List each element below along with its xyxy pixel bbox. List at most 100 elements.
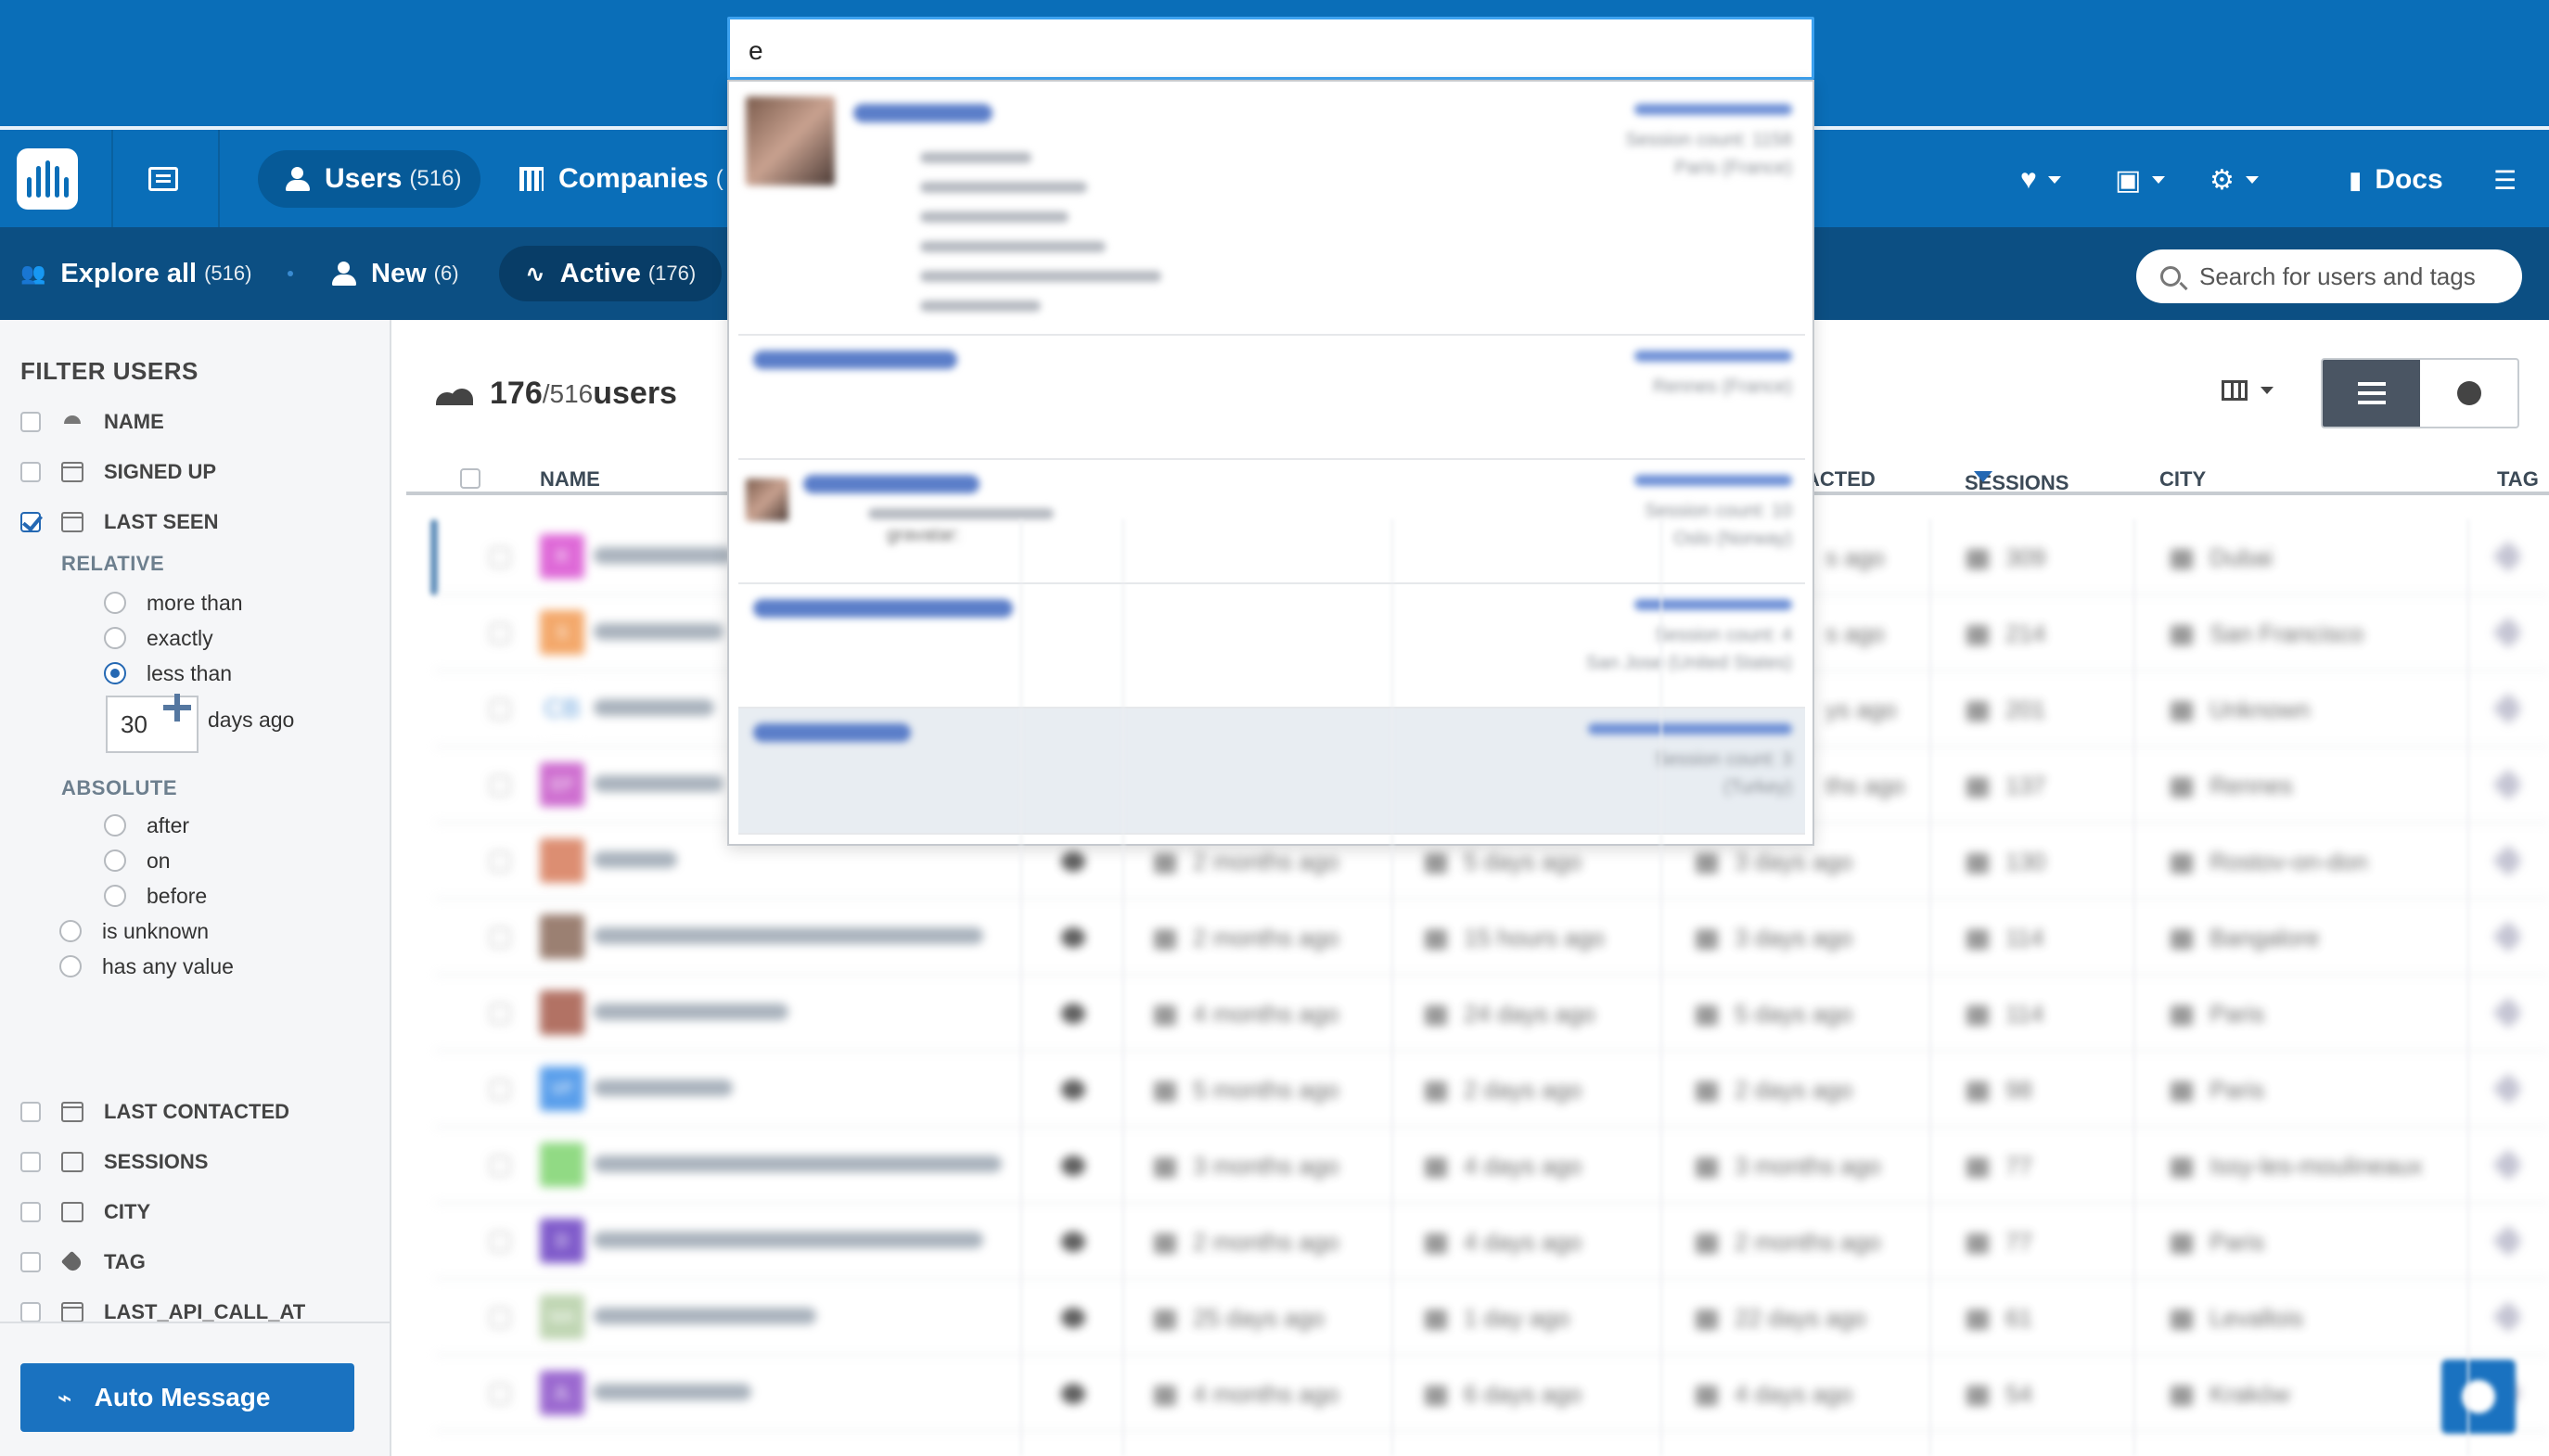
- radio-button[interactable]: [104, 627, 126, 649]
- filter-checkbox[interactable]: [20, 1102, 41, 1122]
- col-tag[interactable]: TAG: [2497, 467, 2539, 492]
- row-checkbox[interactable]: [490, 927, 510, 948]
- filter-name[interactable]: NAME: [20, 407, 164, 437]
- filter-checkbox[interactable]: [20, 1152, 41, 1172]
- table-row[interactable]: 4 months ago 24 days ago 5 days ago 114 Pari…: [434, 976, 2549, 1052]
- table-row[interactable]: D 2 months ago 4 days ago 2 months ago 77 Par…: [434, 1204, 2549, 1280]
- tag-icon[interactable]: [2492, 1073, 2524, 1105]
- row-checkbox[interactable]: [490, 1232, 510, 1252]
- tag-icon[interactable]: [2492, 617, 2524, 648]
- radio-after[interactable]: after: [104, 811, 189, 839]
- row-checkbox[interactable]: [490, 775, 510, 796]
- filter-checkbox[interactable]: [20, 1202, 41, 1222]
- column-picker-button[interactable]: [2222, 380, 2274, 401]
- search-result-item[interactable]: Session count: 3 (Turkey): [738, 709, 1805, 835]
- row-checkbox[interactable]: [490, 699, 510, 720]
- tag-icon[interactable]: [2492, 1301, 2524, 1333]
- col-city[interactable]: CITY: [2159, 467, 2206, 492]
- docs-link[interactable]: ▮ Docs: [2349, 152, 2443, 208]
- user-name[interactable]: [594, 699, 714, 716]
- user-name[interactable]: [594, 1384, 751, 1400]
- radio-button[interactable]: [104, 592, 126, 614]
- user-name[interactable]: [594, 927, 983, 944]
- user-name[interactable]: [594, 623, 724, 640]
- global-search-input[interactable]: e: [727, 17, 1814, 80]
- table-row[interactable]: JL 4 months ago 6 days ago 4 days ago 54 Krak…: [434, 1356, 2549, 1432]
- user-name[interactable]: [594, 1308, 816, 1324]
- filter-tag[interactable]: TAG: [20, 1247, 146, 1277]
- search-result-item[interactable]: Session count: 1158 Paris (France): [738, 89, 1805, 336]
- radio-has-any-value[interactable]: has any value: [59, 952, 234, 980]
- search-result-item[interactable]: Rennes (France): [738, 336, 1805, 460]
- filter-checkbox-checked[interactable]: [20, 512, 41, 532]
- radio-button[interactable]: [104, 885, 126, 907]
- favorites-menu[interactable]: ♥: [2020, 152, 2061, 208]
- radio-less-than[interactable]: less than: [104, 659, 232, 687]
- intercom-logo[interactable]: [17, 148, 78, 210]
- user-name[interactable]: [594, 547, 733, 564]
- filter-checkbox[interactable]: [20, 1252, 41, 1272]
- radio-exactly[interactable]: exactly: [104, 624, 213, 652]
- row-checkbox[interactable]: [490, 851, 510, 872]
- filter-signed-up[interactable]: SIGNED UP: [20, 457, 216, 487]
- search-result-item[interactable]: gravatar: Session count: 10 Oslo (Norway): [738, 460, 1805, 584]
- row-checkbox[interactable]: [490, 1384, 510, 1404]
- table-row[interactable]: VP 5 months ago 2 days ago 2 days ago 98 Pari…: [434, 1052, 2549, 1128]
- tag-icon[interactable]: [2492, 921, 2524, 952]
- tab-active[interactable]: ∿ Active (176): [499, 246, 723, 301]
- tag-icon[interactable]: [2492, 693, 2524, 724]
- radio-button[interactable]: [59, 920, 82, 942]
- radio-more-than[interactable]: more than: [104, 589, 243, 617]
- menu-button[interactable]: ☰: [2493, 152, 2517, 208]
- radio-on[interactable]: on: [104, 847, 171, 875]
- radio-is-unknown[interactable]: is unknown: [59, 917, 209, 945]
- row-checkbox[interactable]: [490, 623, 510, 644]
- user-search-input[interactable]: Search for users and tags: [2136, 249, 2522, 303]
- list-view-button[interactable]: [2323, 360, 2420, 427]
- tag-icon[interactable]: [2492, 769, 2524, 800]
- tag-icon[interactable]: [2492, 1225, 2524, 1257]
- filter-sessions[interactable]: SESSIONS: [20, 1147, 208, 1177]
- settings-menu[interactable]: ⚙: [2210, 152, 2259, 208]
- table-row[interactable]: MA 25 days ago 1 day ago 22 days ago 61 Leval…: [434, 1280, 2549, 1356]
- user-name[interactable]: [594, 1156, 1002, 1172]
- radio-button[interactable]: [59, 955, 82, 977]
- user-name[interactable]: [594, 775, 724, 792]
- user-name[interactable]: [594, 1232, 983, 1248]
- tab-new[interactable]: New (6): [332, 246, 459, 301]
- tag-icon[interactable]: [2492, 845, 2524, 876]
- table-row[interactable]: 3 months ago 4 days ago 3 months ago 77 Issy…: [434, 1128, 2549, 1204]
- map-view-button[interactable]: [2420, 360, 2517, 427]
- row-checkbox[interactable]: [490, 547, 510, 568]
- table-row[interactable]: 2 months ago 15 hours ago 3 days ago 114 Ban…: [434, 900, 2549, 976]
- filter-city[interactable]: CITY: [20, 1197, 150, 1227]
- tag-icon[interactable]: [2492, 997, 2524, 1028]
- row-checkbox[interactable]: [490, 1156, 510, 1176]
- add-filter-icon[interactable]: [163, 694, 191, 722]
- col-last-contacted[interactable]: ACTED: [1805, 467, 1876, 492]
- filter-checkbox[interactable]: [20, 412, 41, 432]
- row-checkbox[interactable]: [490, 1079, 510, 1100]
- nav-companies-button[interactable]: Companies (: [519, 150, 724, 208]
- filter-last-seen[interactable]: LAST SEEN: [20, 507, 218, 537]
- user-name[interactable]: [594, 851, 677, 868]
- col-name[interactable]: NAME: [540, 467, 600, 492]
- radio-before[interactable]: before: [104, 882, 207, 910]
- nav-users-button[interactable]: Users (516): [258, 150, 480, 208]
- apps-menu[interactable]: ▣: [2115, 152, 2166, 208]
- help-button[interactable]: [2441, 1360, 2516, 1434]
- filter-checkbox[interactable]: [20, 462, 41, 482]
- auto-message-button[interactable]: ⌁ Auto Message: [20, 1363, 354, 1432]
- row-checkbox[interactable]: [490, 1003, 510, 1024]
- search-result-item[interactable]: Session count: 4 San Jose (United States): [738, 584, 1805, 709]
- filter-last-contacted[interactable]: LAST CONTACTED: [20, 1097, 289, 1127]
- newspaper-icon[interactable]: [148, 167, 178, 191]
- tab-explore-all[interactable]: 👥 Explore all (516): [20, 246, 251, 301]
- tag-icon[interactable]: [2492, 1149, 2524, 1181]
- row-checkbox[interactable]: [490, 1308, 510, 1328]
- tag-icon[interactable]: [2492, 541, 2524, 572]
- user-name[interactable]: [594, 1003, 788, 1020]
- filter-checkbox[interactable]: [20, 1302, 41, 1322]
- user-name[interactable]: [594, 1079, 733, 1096]
- radio-button-selected[interactable]: [104, 662, 126, 684]
